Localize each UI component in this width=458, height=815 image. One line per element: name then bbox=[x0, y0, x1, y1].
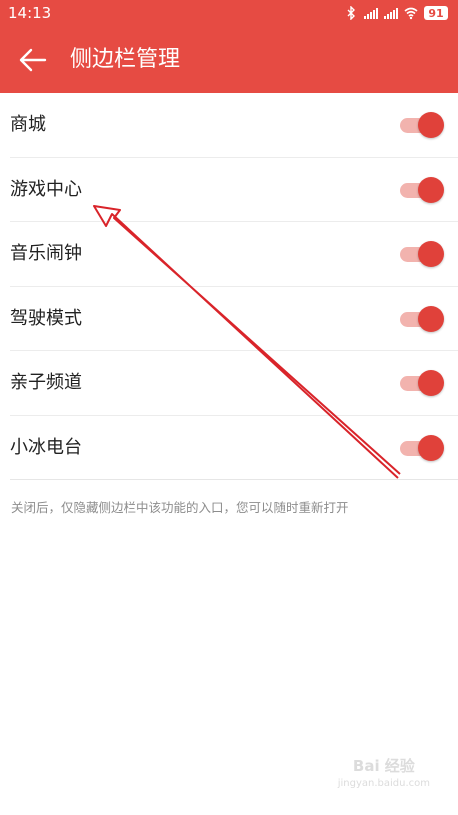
list-item: 游戏中心 bbox=[10, 158, 458, 222]
signal-icon bbox=[384, 7, 398, 19]
battery-icon: 91 bbox=[424, 6, 448, 20]
app-bar: 侧边栏管理 bbox=[0, 26, 458, 93]
feature-list: 商城 游戏中心 音乐闹钟 驾驶模式 亲子频道 小冰电台 bbox=[0, 93, 458, 480]
watermark: Bai 经验 jingyan.baidu.com bbox=[338, 755, 430, 789]
toggle-switch[interactable] bbox=[400, 112, 444, 138]
item-label: 音乐闹钟 bbox=[10, 243, 82, 264]
status-bar: 14:13 91 bbox=[0, 0, 458, 26]
item-label: 游戏中心 bbox=[10, 178, 82, 200]
bluetooth-icon bbox=[347, 6, 355, 20]
status-icons: 91 bbox=[344, 6, 448, 20]
page-title: 侧边栏管理 bbox=[70, 47, 181, 72]
item-label: 亲子频道 bbox=[10, 372, 82, 393]
signal-icon bbox=[364, 7, 378, 19]
watermark-brand: Bai 经验 bbox=[352, 757, 415, 775]
toggle-switch[interactable] bbox=[400, 434, 444, 461]
back-arrow-icon[interactable] bbox=[18, 46, 48, 74]
toggle-switch[interactable] bbox=[400, 176, 444, 203]
list-item: 驾驶模式 bbox=[10, 287, 458, 351]
watermark-url: jingyan.baidu.com bbox=[337, 778, 430, 789]
wifi-icon bbox=[404, 7, 418, 20]
item-label: 驾驶模式 bbox=[10, 307, 82, 329]
status-time: 14:13 bbox=[8, 4, 52, 22]
item-label: 商城 bbox=[10, 114, 46, 135]
toggle-switch[interactable] bbox=[400, 305, 444, 332]
footer-note: 关闭后，仅隐藏侧边栏中该功能的入口，您可以随时重新打开 bbox=[11, 500, 349, 515]
toggle-switch[interactable] bbox=[400, 370, 444, 396]
list-item: 小冰电台 bbox=[10, 416, 458, 480]
list-item: 商城 bbox=[10, 93, 458, 158]
item-label: 小冰电台 bbox=[10, 436, 82, 458]
list-item: 亲子频道 bbox=[10, 351, 458, 416]
toggle-switch[interactable] bbox=[400, 241, 444, 267]
list-item: 音乐闹钟 bbox=[10, 222, 458, 287]
